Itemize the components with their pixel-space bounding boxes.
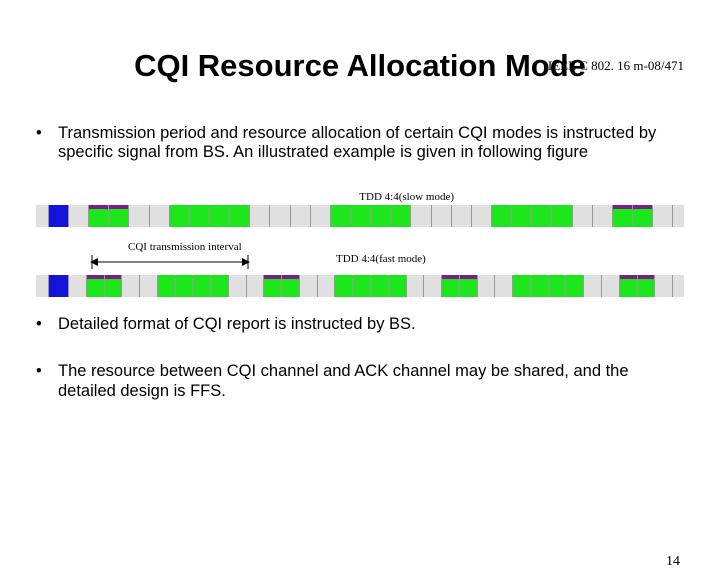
slot-data [491, 205, 511, 227]
slot-cqi [612, 205, 632, 227]
slot-gray [423, 275, 441, 297]
interval-arrow-icon [90, 255, 250, 269]
slot-data [548, 275, 566, 297]
slot-data [565, 275, 583, 297]
slot-data [350, 205, 370, 227]
slot-gray [317, 275, 335, 297]
slot-cqi [459, 275, 477, 297]
slot-gray [654, 275, 672, 297]
slot-edge [672, 205, 684, 227]
slot-gray [290, 205, 310, 227]
slot-cqi [86, 275, 104, 297]
slot-gray [583, 275, 601, 297]
fast-mode-label: TDD 4:4(fast mode) [336, 253, 426, 265]
slot-data [210, 275, 228, 297]
slot-data [511, 205, 531, 227]
timing-figure: TDD 4:4(slow mode) [36, 191, 684, 297]
slot-gray [471, 205, 491, 227]
slot-data [169, 205, 189, 227]
slot-cqi [263, 275, 281, 297]
slot-gray [299, 275, 317, 297]
slot-gray [494, 275, 512, 297]
slot-gray [269, 205, 289, 227]
slot-gray [310, 205, 330, 227]
slot-cqi [281, 275, 299, 297]
slot-data [175, 275, 193, 297]
slot-edge [36, 205, 48, 227]
slot-data [189, 205, 209, 227]
slot-gray [228, 275, 246, 297]
slot-cqi [632, 205, 652, 227]
bullet-3: • The resource between CQI channel and A… [36, 362, 684, 401]
bullet-2: • Detailed format of CQI report is instr… [36, 315, 684, 334]
bullet-dot: • [36, 124, 58, 163]
slot-cqi [104, 275, 122, 297]
bullet-2-text: Detailed format of CQI report is instruc… [58, 315, 684, 334]
slot-gray [410, 205, 430, 227]
slot-cqi [108, 205, 128, 227]
slot-data [209, 205, 229, 227]
slot-data [551, 205, 571, 227]
slow-mode-label: TDD 4:4(slow mode) [36, 191, 684, 203]
slot-data [390, 205, 410, 227]
slot-gray [121, 275, 139, 297]
slot-data [229, 205, 249, 227]
slot-data [531, 205, 551, 227]
bullet-dot: • [36, 362, 58, 401]
slot-gray [68, 275, 86, 297]
bullet-1-text: Transmission period and resource allocat… [58, 124, 684, 163]
slot-sync [48, 275, 68, 297]
slot-gray [149, 205, 169, 227]
content-area: • Transmission period and resource alloc… [0, 124, 720, 401]
slot-gray [249, 205, 269, 227]
slot-edge [36, 275, 48, 297]
slot-data [370, 205, 390, 227]
mid-label-row: CQI transmission interval TDD 4:4(fast m… [36, 241, 684, 273]
slot-gray [592, 205, 612, 227]
slot-data [330, 205, 350, 227]
slot-data [192, 275, 210, 297]
slot-gray [246, 275, 264, 297]
interval-label: CQI transmission interval [128, 241, 242, 253]
slot-gray [652, 205, 672, 227]
document-id: IEEE C 802. 16 m-08/471 [548, 58, 684, 74]
slot-sync [48, 205, 68, 227]
slot-gray [601, 275, 619, 297]
slot-gray [477, 275, 495, 297]
page-number: 14 [666, 554, 680, 570]
slot-data [530, 275, 548, 297]
slot-data [512, 275, 530, 297]
slot-gray [139, 275, 157, 297]
bullet-dot: • [36, 315, 58, 334]
slot-data [388, 275, 406, 297]
slot-cqi [88, 205, 108, 227]
slot-gray [572, 205, 592, 227]
slot-cqi [637, 275, 655, 297]
slot-data [157, 275, 175, 297]
slow-mode-timeline [36, 205, 684, 227]
bullet-3-text: The resource between CQI channel and ACK… [58, 362, 684, 401]
slot-gray [406, 275, 424, 297]
slot-data [352, 275, 370, 297]
slot-edge [672, 275, 684, 297]
slot-gray [431, 205, 451, 227]
slot-cqi [619, 275, 637, 297]
slot-data [334, 275, 352, 297]
bullet-1: • Transmission period and resource alloc… [36, 124, 684, 163]
slot-gray [128, 205, 148, 227]
fast-mode-timeline [36, 275, 684, 297]
slot-gray [68, 205, 88, 227]
slot-gray [451, 205, 471, 227]
slot-data [370, 275, 388, 297]
slot-cqi [441, 275, 459, 297]
